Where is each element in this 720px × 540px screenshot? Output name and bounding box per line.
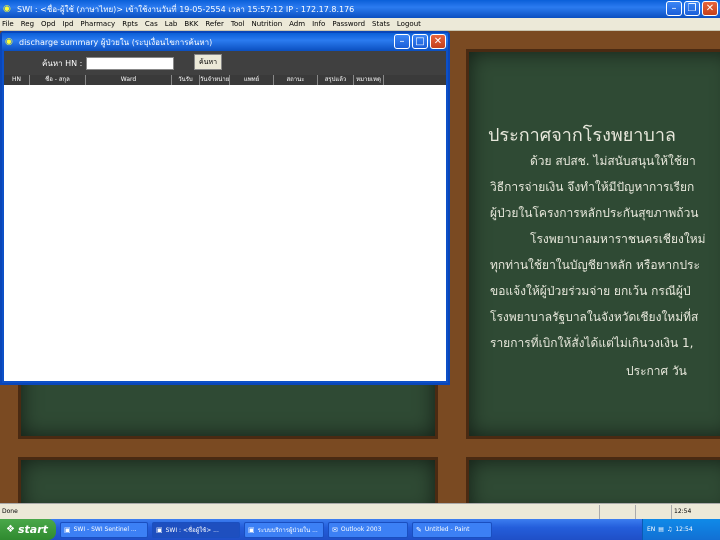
- window-icon: ▣: [64, 525, 71, 534]
- child-window-controls: – □ ✕: [394, 34, 446, 49]
- system-tray: EN ▤ ♫ 12:54: [642, 519, 720, 540]
- taskbar-item[interactable]: ✉ Outlook 2003: [328, 521, 408, 538]
- start-button[interactable]: ❖ start: [0, 519, 56, 540]
- app-title: SWI : <ชื่อ-ผู้ใช้ (ภาษาไทย)> เข้าใช้งาน…: [17, 4, 355, 14]
- search-button[interactable]: ค้นหา: [194, 54, 222, 70]
- window-icon: ▣: [248, 525, 255, 534]
- windows-flag-icon: ❖: [6, 524, 15, 535]
- taskbar-item-label: SWI - SWI Sentinel ...: [73, 526, 137, 533]
- minimize-button[interactable]: –: [666, 1, 682, 16]
- discharge-summary-window: ◉ discharge summary ผู้ป่วยใน (ระบุเงื่อ…: [0, 31, 450, 385]
- window-icon: ▣: [156, 525, 163, 534]
- menu-item[interactable]: BKK: [184, 20, 198, 28]
- menu-item[interactable]: File: [2, 20, 14, 28]
- announcement-title: ประกาศจากโรงพยาบาล: [488, 125, 676, 146]
- start-label: start: [17, 523, 48, 536]
- menu-item[interactable]: Nutrition: [251, 20, 282, 28]
- column-header[interactable]: HN: [4, 75, 30, 85]
- paint-icon: ✎: [416, 525, 422, 534]
- app-titlebar: ◉ SWI : <ชื่อ-ผู้ใช้ (ภาษาไทย)> เข้าใช้ง…: [0, 0, 720, 18]
- menu-item[interactable]: Adm: [289, 20, 305, 28]
- child-titlebar[interactable]: ◉ discharge summary ผู้ป่วยใน (ระบุเงื่อ…: [2, 33, 448, 51]
- menu-item[interactable]: Logout: [397, 20, 421, 28]
- menu-item[interactable]: Pharmacy: [80, 20, 115, 28]
- menu-item[interactable]: Refer: [205, 20, 224, 28]
- taskbar-item-label: ระบบบริการผู้ป่วยใน ...: [257, 526, 318, 534]
- column-header[interactable]: สรุปแล้ว: [318, 75, 354, 85]
- table-header: HN ชื่อ - สกุล Ward วันรับ วันจำหน่าย แพ…: [4, 75, 446, 85]
- restore-button[interactable]: ❐: [684, 1, 700, 16]
- menu-item[interactable]: Tool: [231, 20, 245, 28]
- menu-item[interactable]: Ipd: [62, 20, 73, 28]
- search-input[interactable]: [86, 56, 175, 70]
- clock: 12:54: [675, 526, 693, 533]
- menu-item[interactable]: Cas: [145, 20, 158, 28]
- minimize-button[interactable]: –: [394, 34, 410, 49]
- app-logo-icon: ◉: [5, 37, 13, 47]
- menu-item[interactable]: Stats: [372, 20, 390, 28]
- announcement-line: โรงพยาบาลมหาราชนครเชียงใหม่: [530, 232, 706, 246]
- announcement-line: ผู้ป่วยในโครงการหลักประกันสุขภาพถ้วน: [490, 206, 699, 220]
- taskbar-item-label: Outlook 2003: [340, 526, 382, 533]
- status-cell: [600, 504, 636, 519]
- menu-bar: File Reg Opd Ipd Pharmacy Rpts Cas Lab BKK Refer T…: [0, 18, 720, 31]
- table-body[interactable]: [4, 85, 446, 381]
- close-button[interactable]: ✕: [702, 1, 718, 16]
- search-label: ค้นหา HN :: [42, 58, 83, 68]
- announcement-line: ประกาศ วัน: [626, 364, 687, 378]
- announcement-line: รายการที่เบิกให้สั่งได้แต่ไม่เกินวงเงิน …: [490, 336, 694, 350]
- child-body: ค้นหา HN : ค้นหา HN ชื่อ - สกุล Ward วัน…: [4, 51, 446, 381]
- status-text: Done: [0, 504, 600, 519]
- language-indicator[interactable]: EN: [647, 526, 655, 533]
- window-controls: – ❐ ✕: [666, 1, 718, 16]
- close-button[interactable]: ✕: [430, 34, 446, 49]
- app-logo-icon: ◉: [3, 4, 11, 14]
- child-title: discharge summary ผู้ป่วยใน (ระบุเงื่อนไ…: [19, 37, 213, 47]
- column-header[interactable]: แพทย์: [230, 75, 274, 85]
- taskbar-item[interactable]: ▣ SWI : <ชื่อผู้ใช้> ...: [152, 521, 240, 538]
- taskbar-item[interactable]: ▣ SWI - SWI Sentinel ...: [60, 521, 148, 538]
- announcement-line: ขอแจ้งให้ผู้ป่วยร่วมจ่าย ยกเว้น กรณีผู้ป…: [490, 284, 691, 298]
- column-header[interactable]: หมายเหตุ: [354, 75, 384, 85]
- menu-item[interactable]: Password: [332, 20, 365, 28]
- taskbar: ❖ start ▣ SWI - SWI Sentinel ... ▣ SWI :…: [0, 519, 720, 540]
- network-icon[interactable]: ▤: [658, 526, 664, 533]
- announcement-line: โรงพยาบาลรัฐบาลในจังหวัดเชียงใหม่ที่ส: [490, 310, 699, 324]
- status-bar: Done 12:54: [0, 503, 720, 519]
- menu-item[interactable]: Lab: [165, 20, 178, 28]
- menu-item[interactable]: Reg: [21, 20, 34, 28]
- column-header[interactable]: ชื่อ - สกุล: [30, 75, 86, 85]
- taskbar-item[interactable]: ▣ ระบบบริการผู้ป่วยใน ...: [244, 521, 324, 538]
- status-cell: [636, 504, 672, 519]
- taskbar-item[interactable]: ✎ Untitled - Paint: [412, 521, 492, 538]
- taskbar-item-label: Untitled - Paint: [424, 526, 470, 533]
- search-toolbar: ค้นหา HN : ค้นหา: [4, 51, 446, 75]
- menu-item[interactable]: Opd: [41, 20, 55, 28]
- announcement-line: ทุกท่านใช้ยาในบัญชียาหลัก หรือหากประ: [490, 258, 700, 272]
- announcement-line: ด้วย สปสช. ไม่สนับสนุนให้ใช้ยา: [530, 154, 696, 168]
- announcement-line: วิธีการจ่ายเงิน จึงทำให้มีปัญหาการเรียก: [490, 180, 695, 194]
- mail-icon: ✉: [332, 525, 338, 534]
- volume-icon[interactable]: ♫: [667, 526, 672, 533]
- column-header[interactable]: Ward: [86, 75, 172, 85]
- taskbar-item-label: SWI : <ชื่อผู้ใช้> ...: [165, 526, 219, 534]
- column-header[interactable]: วันรับ: [172, 75, 200, 85]
- maximize-button[interactable]: □: [412, 34, 428, 49]
- column-header[interactable]: สถานะ: [274, 75, 318, 85]
- status-time: 12:54: [674, 507, 692, 515]
- menu-item[interactable]: Info: [312, 20, 325, 28]
- column-header[interactable]: วันจำหน่าย: [200, 75, 230, 85]
- menu-item[interactable]: Rpts: [122, 20, 138, 28]
